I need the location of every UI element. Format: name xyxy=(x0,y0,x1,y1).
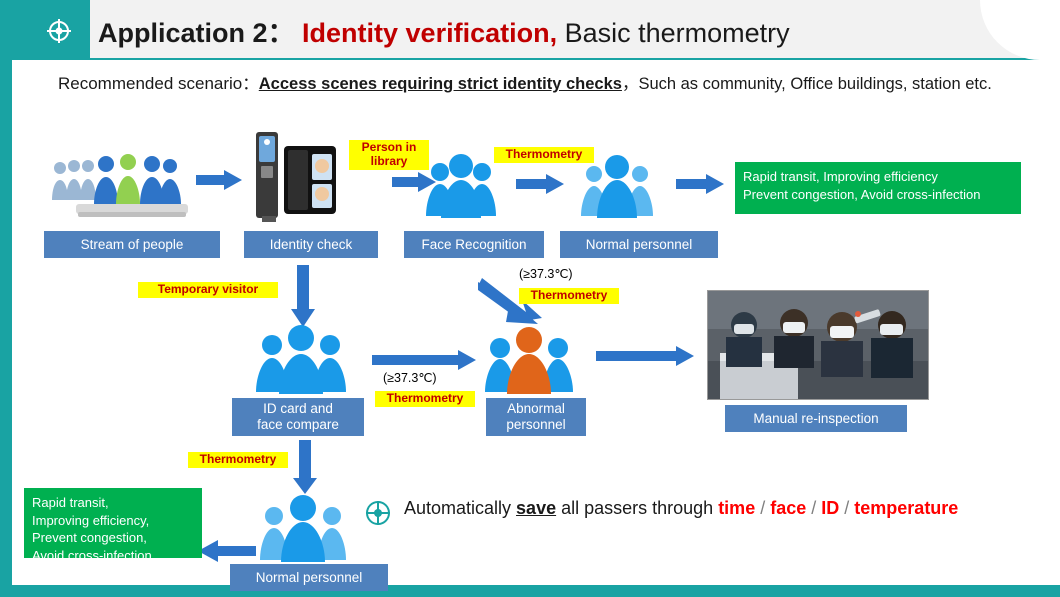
note-green-bottom-line2: Improving efficiency, xyxy=(32,512,150,528)
label-thermometry-3-text: Thermometry xyxy=(530,288,608,302)
recommended-scenario-line: Recommended scenario：Access scenes requi… xyxy=(58,70,992,94)
label-manual-reinspection-text: Manual re-inspection xyxy=(753,410,879,426)
label-thermometry-1-text: Thermometry xyxy=(505,147,583,161)
label-face-recognition: Face Recognition xyxy=(404,231,544,258)
bottom-pre: Automatically xyxy=(404,498,517,518)
label-thermometry-4: Thermometry xyxy=(188,452,288,468)
note-green-bottom-line4: Avoid cross-infection. xyxy=(32,547,156,563)
arrow-left-1 xyxy=(198,540,256,562)
label-person-in-library-text: Person in library xyxy=(361,140,417,168)
label-abnormal-personnel: Abnormal personnel xyxy=(486,398,586,436)
bottom-temperature: temperature xyxy=(854,498,959,518)
label-thermometry-4-text: Thermometry xyxy=(199,452,277,466)
label-thermometry-2-text: Thermometry xyxy=(386,391,464,405)
note-green-bottom-line1: Rapid transit, xyxy=(32,495,109,510)
label-id-card-face-compare: ID card and face compare xyxy=(232,398,364,436)
page-title: Application 2： Identity verification, Ba… xyxy=(98,11,790,50)
slide: Application 2： Identity verification, Ba… xyxy=(0,0,1060,597)
label-manual-reinspection: Manual re-inspection xyxy=(725,405,907,432)
note-green-top-line1: Rapid transit, Improving efficiency xyxy=(743,169,938,184)
person-group-id-card xyxy=(256,325,346,394)
bottom-mid: all passers through xyxy=(556,498,719,518)
face-terminal-illustration xyxy=(256,132,336,222)
title-suffix: Basic thermometry xyxy=(557,18,790,48)
bottom-sep3: / xyxy=(839,498,855,518)
frame-left-bar xyxy=(0,0,12,597)
recommended-tail: ，Such as community, Office buildings, st… xyxy=(621,75,992,93)
note-green-bottom: Rapid transit, Improving efficiency, Pre… xyxy=(24,488,202,563)
label-normal-personnel-2: Normal personnel xyxy=(230,564,388,591)
bottom-sep2: / xyxy=(806,498,822,518)
label-temporary-visitor: Temporary visitor xyxy=(138,282,278,298)
person-group-normal-2 xyxy=(260,495,346,562)
bottom-time: time xyxy=(718,498,756,518)
label-person-in-library: Person in library xyxy=(349,140,429,170)
temp-threshold-mid: (≥37.3℃) xyxy=(519,267,573,281)
temp-threshold-left: (≥37.3℃) xyxy=(383,371,437,385)
arrow-right-5 xyxy=(372,350,476,370)
bottom-save: save xyxy=(516,498,557,518)
label-normal-personnel-1: Normal personnel xyxy=(560,231,718,258)
label-id-card-line1: ID card and xyxy=(263,401,333,417)
arrow-right-3 xyxy=(516,174,564,194)
target-icon-bottom xyxy=(366,501,390,525)
arrow-right-1 xyxy=(196,170,242,190)
note-green-top: Rapid transit, Improving efficiency Prev… xyxy=(735,162,1021,214)
label-normal-personnel-2-text: Normal personnel xyxy=(255,569,363,585)
bottom-sentence: Automatically save all passers through t… xyxy=(404,498,958,519)
label-abnormal-line1: Abnormal xyxy=(507,401,565,417)
note-green-bottom-line3: Prevent congestion, xyxy=(32,530,147,546)
recommended-emphasis: Access scenes requiring strict identity … xyxy=(258,75,622,93)
title-colon: ： xyxy=(267,18,295,48)
bottom-sep1: / xyxy=(755,498,771,518)
person-group-abnormal xyxy=(485,327,573,394)
label-temporary-visitor-text: Temporary visitor xyxy=(157,282,259,296)
person-group-face-recognition xyxy=(426,154,496,218)
target-icon xyxy=(47,19,71,43)
arrow-down-2 xyxy=(293,440,317,494)
note-green-top-line2: Prevent congestion, Avoid cross-infectio… xyxy=(743,186,981,202)
recommended-label: Recommended scenario xyxy=(58,74,243,93)
label-identity-check-text: Identity check xyxy=(269,236,353,252)
person-group-normal-1 xyxy=(581,155,653,218)
bottom-face: face xyxy=(770,498,807,518)
arrow-right-6 xyxy=(596,346,694,366)
label-id-card-line2: face compare xyxy=(257,417,339,432)
recommended-colon: ： xyxy=(242,75,259,93)
arrow-right-4 xyxy=(676,174,724,194)
frame-bottom-bar xyxy=(0,585,1060,597)
label-thermometry-2: Thermometry xyxy=(375,391,475,407)
label-stream-of-people: Stream of people xyxy=(44,231,220,258)
title-prefix: Application 2 xyxy=(98,18,268,48)
label-normal-personnel-1-text: Normal personnel xyxy=(585,236,693,252)
crowd-illustration xyxy=(52,154,188,217)
title-highlight: Identity verification, xyxy=(302,18,558,48)
label-face-recognition-text: Face Recognition xyxy=(421,236,527,252)
label-identity-check: Identity check xyxy=(244,231,378,258)
label-thermometry-3: Thermometry xyxy=(519,288,619,304)
bottom-id: ID xyxy=(821,498,840,518)
label-abnormal-line2: personnel xyxy=(506,417,566,432)
label-stream-of-people-text: Stream of people xyxy=(80,236,184,252)
manual-inspection-photo xyxy=(707,290,929,400)
